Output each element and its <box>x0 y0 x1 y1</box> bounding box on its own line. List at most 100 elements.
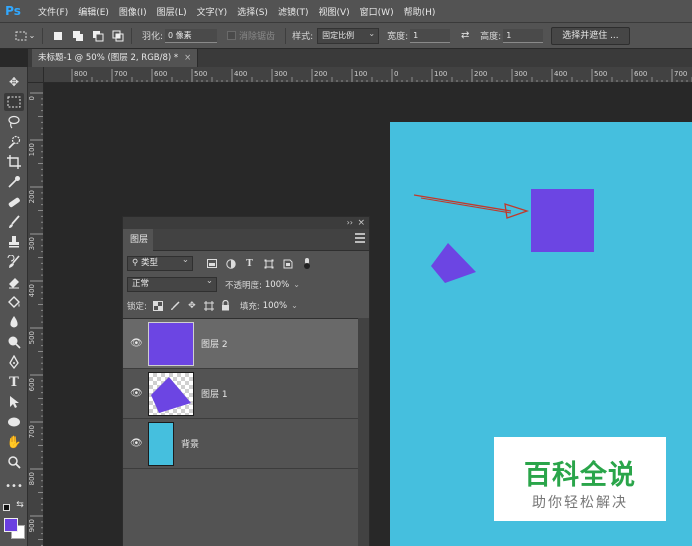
watermark-title: 百科全说 <box>524 460 636 491</box>
marquee-tool-icon[interactable] <box>4 93 24 111</box>
ruler-label: 300 <box>514 70 527 78</box>
stamp-tool-icon[interactable] <box>4 233 24 251</box>
subtract-from-selection-icon[interactable] <box>91 29 105 43</box>
brush-tool-icon[interactable] <box>4 213 24 231</box>
close-panel-icon[interactable]: × <box>357 217 365 229</box>
panel-menu-icon[interactable] <box>355 233 365 243</box>
history-brush-tool-icon[interactable] <box>4 253 24 271</box>
type-tool-icon[interactable]: T <box>4 373 24 391</box>
select-and-mask-button[interactable]: 选择并遮住 ... <box>551 26 630 45</box>
ruler-label: 300 <box>28 237 36 250</box>
blur-tool-icon[interactable] <box>4 313 24 331</box>
menu-filter[interactable]: 滤镜(T) <box>278 5 309 18</box>
eyedropper-tool-icon[interactable] <box>4 173 24 191</box>
menu-select[interactable]: 选择(S) <box>237 5 268 18</box>
layers-scrollbar[interactable] <box>358 318 369 546</box>
layer-row-layer-2[interactable]: 👁 图层 2 <box>123 319 359 369</box>
lock-transparent-pixels-icon[interactable] <box>152 300 164 312</box>
horizontal-ruler[interactable]: 800 700 600 500 400 300 200 100 0 100 200 300 400 500… <box>44 67 692 83</box>
layer-kind-filter-select[interactable]: ⚲ 类型 <box>127 254 193 271</box>
menu-help[interactable]: 帮助(H) <box>404 5 436 18</box>
healing-brush-tool-icon[interactable] <box>4 193 24 211</box>
layer-thumbnail <box>148 422 174 466</box>
menu-window[interactable]: 窗口(W) <box>360 5 394 18</box>
foreground-color-swatch[interactable] <box>4 518 18 532</box>
path-selection-tool-icon[interactable] <box>4 393 24 411</box>
default-colors-icon[interactable] <box>3 504 10 511</box>
eraser-tool-icon[interactable] <box>4 273 24 291</box>
swap-colors-icon[interactable]: ⇆ <box>14 499 26 511</box>
visibility-eye-icon[interactable]: 👁 <box>130 338 143 349</box>
vertical-ruler[interactable]: 0 100 200 300 400 500 600 700 800 900 <box>28 83 44 546</box>
ruler-label: 300 <box>274 70 287 78</box>
close-icon[interactable]: × <box>184 53 191 63</box>
height-field[interactable]: 1 <box>503 28 544 43</box>
marquee-preset-icon[interactable] <box>14 29 28 43</box>
lock-artboard-icon[interactable] <box>203 300 215 312</box>
ruler-label: 100 <box>28 143 36 156</box>
collapse-panel-icon[interactable]: ›› <box>347 217 353 229</box>
layer-thumbnail <box>148 322 194 366</box>
paint-bucket-tool-icon[interactable] <box>4 293 24 311</box>
menu-edit[interactable]: 编辑(E) <box>78 5 109 18</box>
chevron-down-icon[interactable]: ⌄ <box>291 301 298 310</box>
opacity-label: 不透明度: <box>225 280 262 291</box>
zoom-tool-icon[interactable] <box>4 453 24 471</box>
lock-all-icon[interactable] <box>220 300 232 312</box>
blend-mode-select[interactable]: 正常 <box>127 275 217 292</box>
layer-row-background[interactable]: 👁 背景 <box>123 419 359 469</box>
fill-field[interactable]: 100% <box>263 301 287 311</box>
chevron-down-icon[interactable]: ⌄ <box>293 280 300 289</box>
visibility-eye-icon[interactable]: 👁 <box>130 388 143 399</box>
divider <box>131 27 132 44</box>
opacity-field[interactable]: 100% <box>265 280 289 290</box>
ruler-label: 0 <box>28 96 36 100</box>
document-tab-bar: 未标题-1 @ 50% (图层 2, RGB/8) * × <box>28 49 692 67</box>
hand-tool-icon[interactable]: ✋ <box>4 433 24 451</box>
adjustment-layer-filter-icon[interactable] <box>224 257 237 270</box>
lasso-tool-icon[interactable] <box>4 113 24 131</box>
layer-kind-filter-label: 类型 <box>140 258 158 268</box>
height-label: 高度: <box>480 32 502 42</box>
layer-filter-row: ⚲ 类型 T <box>123 253 369 274</box>
pixel-layer-filter-icon[interactable] <box>205 257 218 270</box>
layer-name[interactable]: 背景 <box>181 437 199 450</box>
new-selection-icon[interactable] <box>51 29 65 43</box>
type-layer-filter-icon[interactable]: T <box>243 257 256 270</box>
crop-tool-icon[interactable] <box>4 153 24 171</box>
panel-title-strip[interactable]: ›› × <box>123 217 369 229</box>
smart-object-filter-icon[interactable] <box>281 257 294 270</box>
menu-type[interactable]: 文字(Y) <box>197 5 228 18</box>
move-tool-icon[interactable]: ✥ <box>4 73 24 91</box>
chevron-down-icon[interactable]: ⌄ <box>28 29 36 43</box>
width-field[interactable]: 1 <box>410 28 451 43</box>
layer-name[interactable]: 图层 1 <box>201 387 228 400</box>
menu-file[interactable]: 文件(F) <box>38 5 68 18</box>
filter-toggle-icon[interactable] <box>300 257 313 270</box>
layer-name[interactable]: 图层 2 <box>201 337 228 350</box>
ruler-label: 700 <box>674 70 687 78</box>
menu-view[interactable]: 视图(V) <box>318 5 349 18</box>
lock-position-icon[interactable]: ✥ <box>186 300 198 312</box>
ruler-label: 100 <box>434 70 447 78</box>
pen-tool-icon[interactable] <box>4 353 24 371</box>
add-to-selection-icon[interactable] <box>71 29 85 43</box>
lock-image-pixels-icon[interactable] <box>169 300 181 312</box>
layer-row-layer-1[interactable]: 👁 图层 1 <box>123 369 359 419</box>
swap-icon[interactable]: ⇄ <box>458 29 472 43</box>
menu-image[interactable]: 图像(I) <box>119 5 147 18</box>
ellipse-tool-icon[interactable] <box>4 413 24 431</box>
quick-select-tool-icon[interactable] <box>4 133 24 151</box>
tab-layers[interactable]: 图层 <box>123 229 153 251</box>
document-tab[interactable]: 未标题-1 @ 50% (图层 2, RGB/8) * × <box>32 49 199 67</box>
antialias-checkbox[interactable] <box>227 31 237 40</box>
shape-layer-filter-icon[interactable] <box>262 257 275 270</box>
style-select[interactable]: 固定比例 <box>317 27 380 44</box>
ruler-origin[interactable] <box>28 67 44 83</box>
dodge-tool-icon[interactable] <box>4 333 24 351</box>
feather-field[interactable]: 0 像素 <box>165 28 218 43</box>
visibility-eye-icon[interactable]: 👁 <box>130 438 143 449</box>
menu-layer[interactable]: 图层(L) <box>157 5 187 18</box>
intersect-selection-icon[interactable] <box>111 29 125 43</box>
more-tools-icon[interactable]: ••• <box>4 477 24 495</box>
